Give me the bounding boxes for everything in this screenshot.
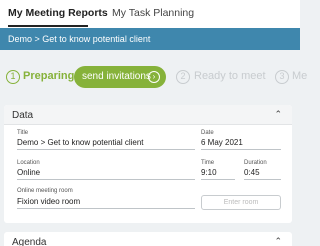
chevron-up-icon[interactable]: ⌃ [274,109,282,120]
data-panel-title: Data [12,110,34,121]
step-2-label: Ready to meet [194,70,266,82]
chevron-up-icon[interactable]: ⌃ [274,236,282,246]
time-field[interactable]: 9:10 [201,168,235,180]
enter-room-button[interactable]: Enter room [201,195,281,210]
step-3-label: Me [292,70,308,82]
active-tab-underline [8,25,88,27]
send-invitations-button[interactable]: send invitations › [74,66,166,88]
step-1-number: 1 [6,70,20,84]
online-meeting-room-field[interactable]: Fixion video room [17,197,195,209]
step-1-label: Preparing [23,70,75,82]
top-navigation: My Meeting Reports My Task Planning [0,0,300,28]
online-meeting-room-label: Online meeting room [17,188,73,194]
duration-field[interactable]: 0:45 [244,168,281,180]
tab-my-task-planning[interactable]: My Task Planning [112,7,194,19]
tab-my-meeting-reports[interactable]: My Meeting Reports [8,7,108,19]
date-field[interactable]: 6 May 2021 [201,138,281,150]
title-field-label: Title [17,130,29,136]
title-field[interactable]: Demo > Get to know potential client [17,138,195,150]
location-field[interactable]: Online [17,168,195,180]
arrow-right-circle-icon: › [148,71,160,83]
date-field-label: Date [201,130,214,136]
location-field-label: Location [17,160,40,166]
step-3-number: 3 [275,70,289,84]
data-panel-header[interactable]: Data ⌃ [4,105,292,125]
breadcrumb-bar: Demo > Get to know potential client [0,28,300,50]
step-2-number: 2 [176,70,190,84]
send-invitations-label: send invitations [82,71,151,82]
agenda-panel[interactable]: Agenda ⌃ [4,232,292,246]
breadcrumb[interactable]: Demo > Get to know potential client [8,34,150,44]
time-field-label: Time [201,160,215,166]
progress-steps: 1 Preparing send invitations › 2 Ready t… [0,50,307,100]
duration-field-label: Duration [244,160,267,166]
agenda-panel-title: Agenda [12,237,47,246]
